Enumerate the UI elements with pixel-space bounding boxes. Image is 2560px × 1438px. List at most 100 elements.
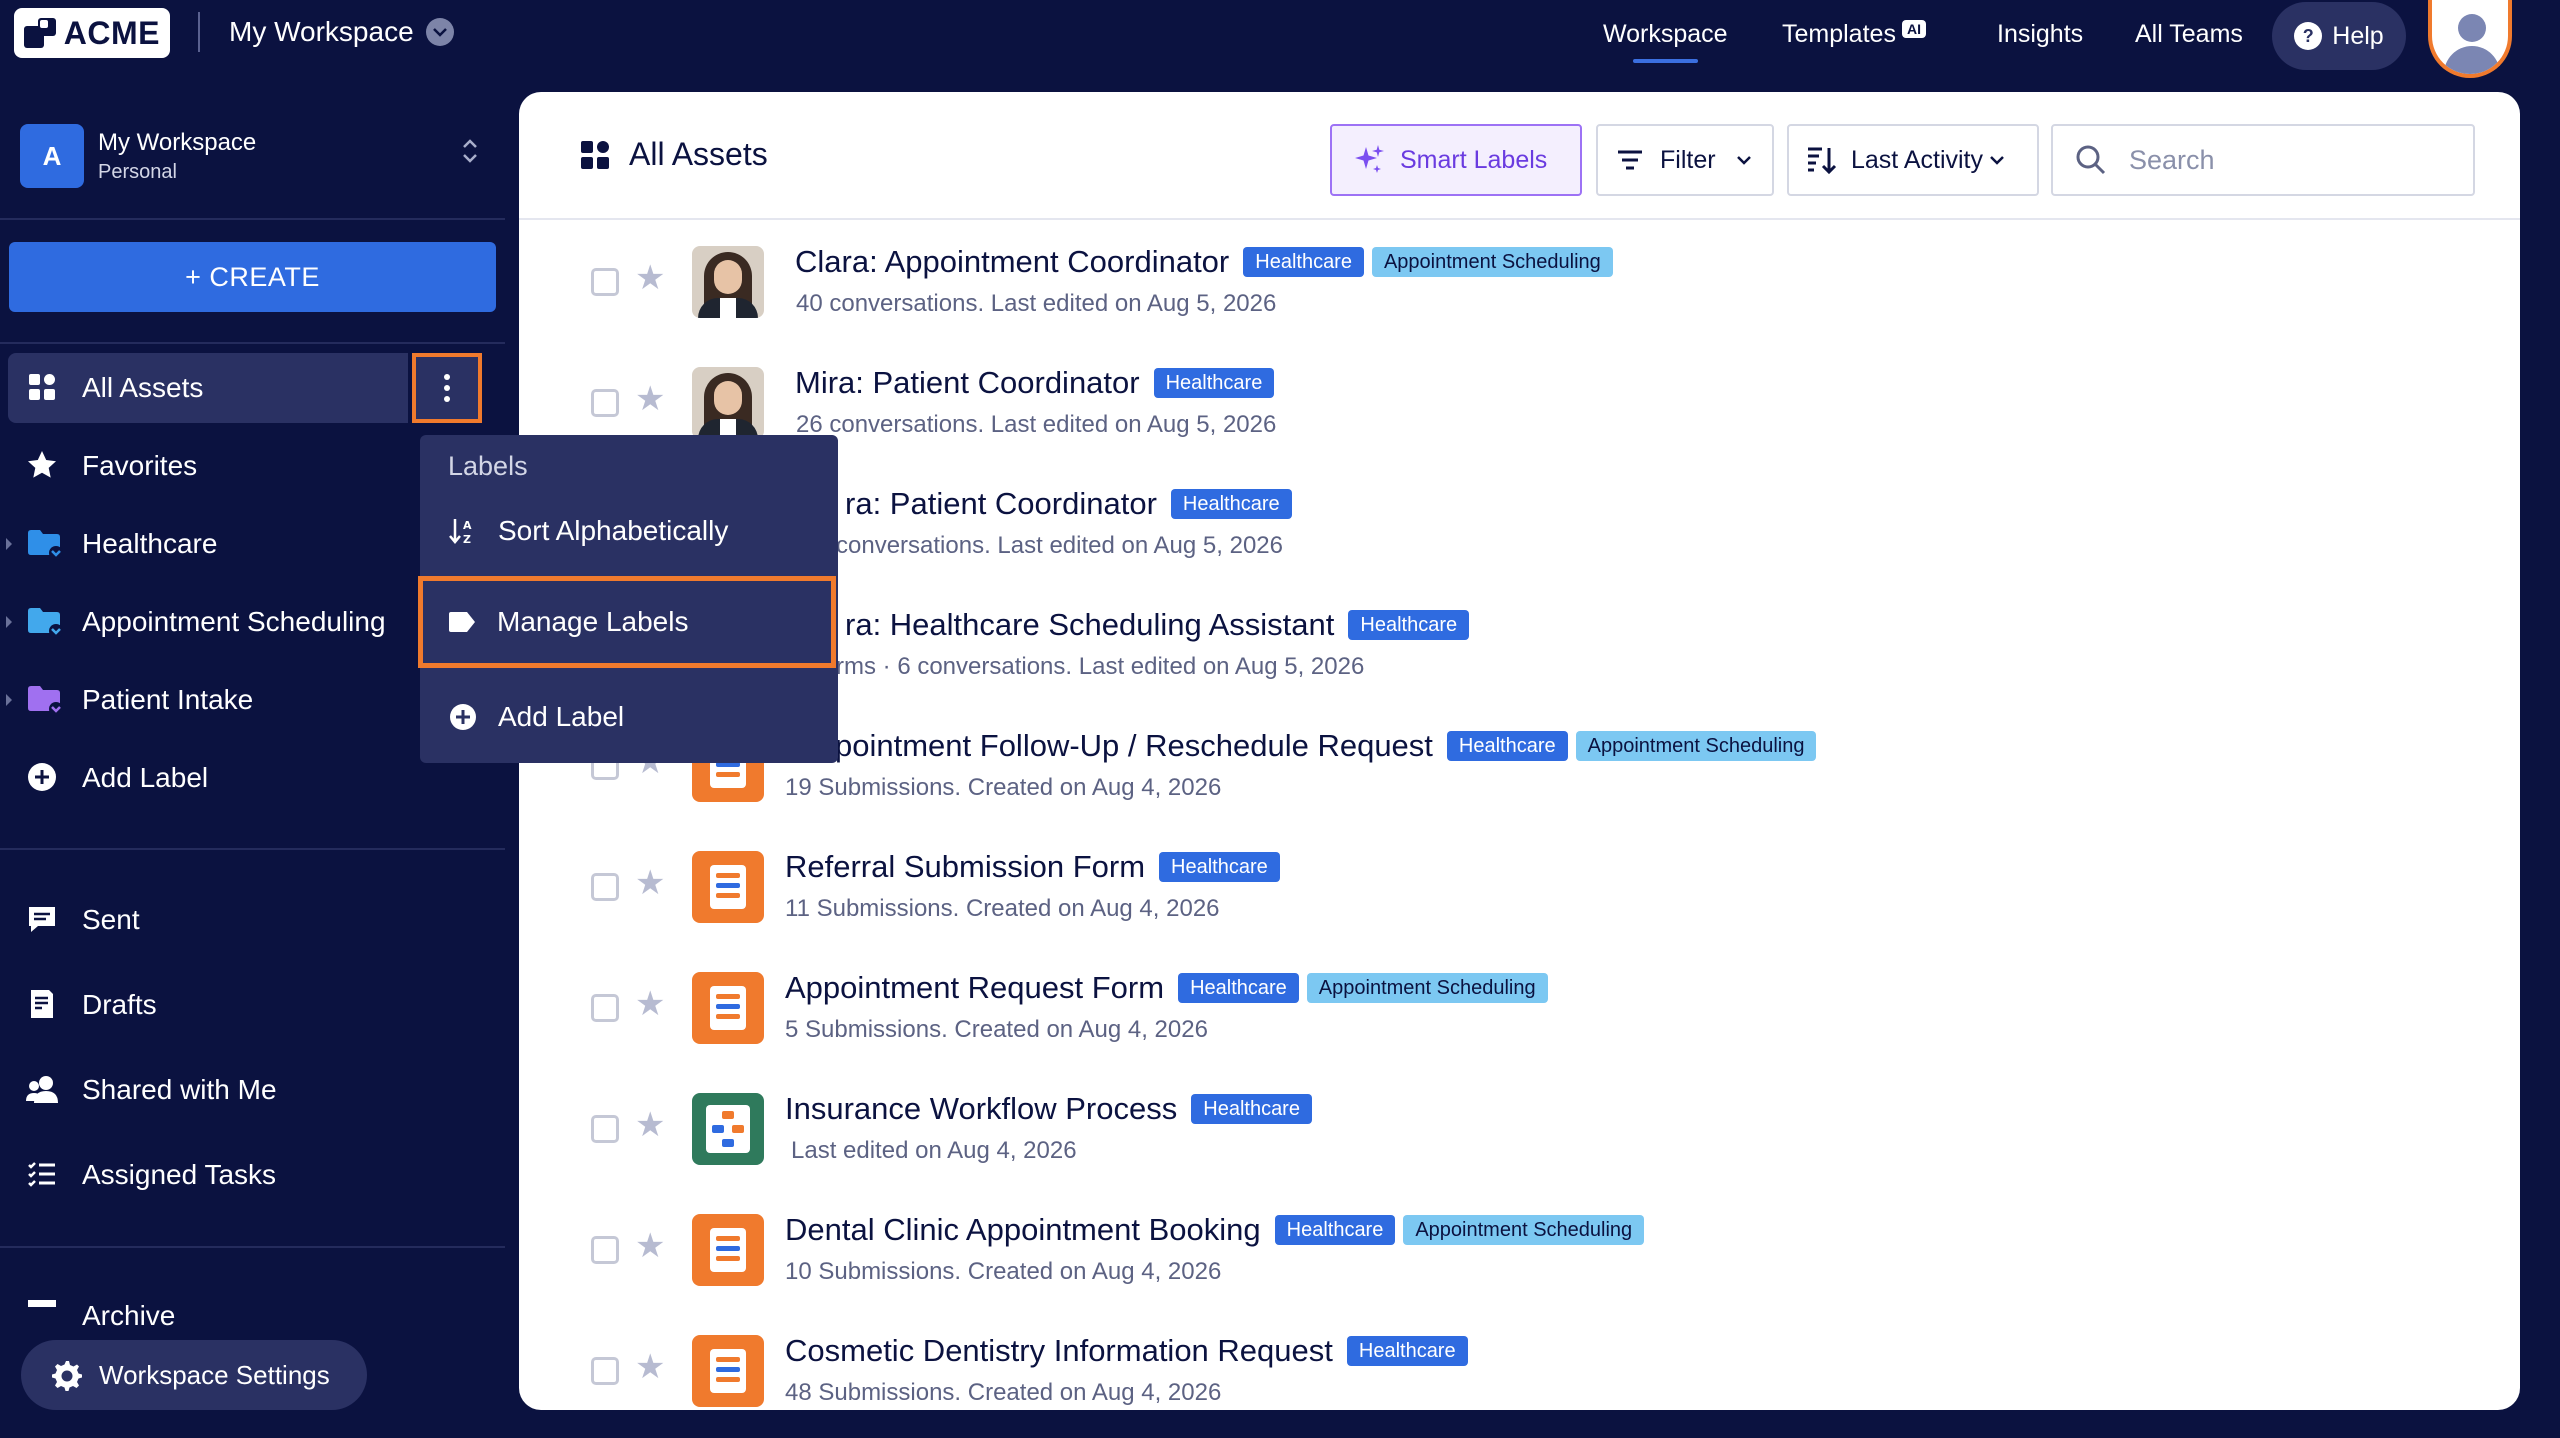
expand-caret-icon[interactable] [6,616,12,628]
table-row[interactable]: ★ Insurance Workflow Process Healthcare … [519,1069,2520,1190]
star-icon [26,449,60,483]
row-title-text[interactable]: Dental Clinic Appointment Booking [785,1212,1261,1248]
row-title-text[interactable]: Appointment Request Form [785,970,1164,1006]
nav-insights[interactable]: Insights [1997,20,2083,49]
table-row[interactable]: ★ Referral Submission Form Healthcare 11… [519,827,2520,948]
favorite-star-icon[interactable]: ★ [635,258,665,298]
sidebar-item-label: Sent [82,904,140,935]
nav-workspace[interactable]: Workspace [1603,20,1728,63]
search-input[interactable]: Search [2051,124,2475,196]
row-checkbox[interactable] [591,268,619,296]
sidebar-item-assigned-tasks[interactable]: Assigned Tasks [8,1140,498,1210]
sort-button[interactable]: Last Activity [1787,124,2039,196]
form-icon [692,1214,764,1286]
top-bar: ACME My Workspace Workspace Templates AI … [0,0,2560,78]
plus-circle-icon [448,702,478,732]
row-checkbox[interactable] [591,1236,619,1264]
row-title-text[interactable]: Clara: Appointment Coordinator [795,244,1229,280]
tag-healthcare[interactable]: Healthcare [1274,1215,1396,1245]
nav-templates[interactable]: Templates AI [1782,20,1926,49]
form-icon [692,972,764,1044]
menu-item-sort-alphabetically[interactable]: AZ Sort Alphabetically [420,493,838,569]
svg-text:Z: Z [463,533,471,546]
favorite-star-icon[interactable]: ★ [635,863,665,903]
favorite-star-icon[interactable]: ★ [635,984,665,1024]
filter-button[interactable]: Filter [1596,124,1774,196]
agent-avatar [692,246,764,318]
tag-healthcare[interactable]: Healthcare [1348,610,1470,640]
menu-item-manage-labels[interactable]: Manage Labels [418,576,836,668]
expand-caret-icon[interactable] [6,538,12,550]
label-folder-icon [26,683,63,717]
help-button[interactable]: ? Help [2272,2,2406,70]
table-row[interactable]: ★ Dental Clinic Appointment Booking Heal… [519,1190,2520,1311]
sent-icon [26,903,60,937]
menu-item-label: Manage Labels [497,606,689,637]
sidebar-item-sent[interactable]: Sent [8,885,498,955]
row-checkbox[interactable] [591,1115,619,1143]
workspace-settings-button[interactable]: Workspace Settings [21,1340,367,1410]
tag-appointment-scheduling[interactable]: Appointment Scheduling [1306,973,1548,1003]
label-tag-icon [447,607,477,637]
table-row[interactable]: ★ Appointment Request Form Healthcare Ap… [519,948,2520,1069]
smart-labels-label: Smart Labels [1400,145,1548,174]
sidebar-item-label: Assigned Tasks [82,1159,277,1190]
table-row[interactable]: ★ Clara: Appointment Coordinator Healthc… [519,222,2520,343]
tag-appointment-scheduling[interactable]: Appointment Scheduling [1575,731,1817,761]
expand-caret-icon[interactable] [6,694,12,706]
sort-label: Last Activity [1851,145,1983,174]
row-checkbox[interactable] [591,873,619,901]
menu-item-add-label[interactable]: Add Label [420,679,838,755]
sidebar-item-label: Appointment Scheduling [82,606,386,637]
row-checkbox[interactable] [591,994,619,1022]
sidebar-item-shared-with-me[interactable]: Shared with Me [8,1055,498,1125]
row-title: ra: Patient Coordinator Healthcare [845,486,1292,522]
sidebar-item-label: Healthcare [82,528,218,559]
row-title-text[interactable]: Mira: Patient Coordinator [795,365,1140,401]
row-title-text[interactable]: ra: Healthcare Scheduling Assistant [845,607,1334,643]
tag-healthcare[interactable]: Healthcare [1159,852,1280,882]
tag-healthcare[interactable]: Healthcare [1191,1094,1312,1124]
svg-text:A: A [463,519,472,532]
tag-healthcare[interactable]: Healthcare [1243,247,1364,277]
workspace-switcher[interactable]: A My Workspace Personal [20,122,480,190]
row-checkbox[interactable] [591,1357,619,1385]
workflow-icon [692,1093,764,1165]
all-assets-more-button[interactable] [412,353,482,423]
workspace-name: My Workspace [98,128,257,156]
row-subtitle: Last edited on Aug 4, 2026 [791,1137,1077,1164]
tag-healthcare[interactable]: Healthcare [1178,973,1299,1003]
sidebar-item-archive[interactable]: Archive [8,1298,498,1326]
favorite-star-icon[interactable]: ★ [635,1226,665,1266]
smart-labels-button[interactable]: Smart Labels [1330,124,1582,196]
tag-healthcare[interactable]: Healthcare [1153,368,1275,398]
favorite-star-icon[interactable]: ★ [635,1105,665,1145]
agent-avatar [692,367,764,439]
tag-healthcare[interactable]: Healthcare [1446,731,1568,761]
create-button[interactable]: + CREATE [9,242,496,312]
nav-all-teams[interactable]: All Teams [2135,20,2243,49]
row-checkbox[interactable] [591,389,619,417]
sidebar-item-drafts[interactable]: Drafts [8,970,498,1040]
favorite-star-icon[interactable]: ★ [635,379,665,419]
tag-appointment-scheduling[interactable]: Appointment Scheduling [1403,1215,1645,1245]
tag-healthcare[interactable]: Healthcare [1170,489,1292,519]
filter-icon [1616,148,1644,172]
row-title-text[interactable]: ra: Patient Coordinator [845,486,1157,522]
sidebar-item-label: All Assets [82,372,204,403]
tag-appointment-scheduling[interactable]: Appointment Scheduling [1371,247,1613,277]
row-title-text[interactable]: Insurance Workflow Process [785,1091,1177,1127]
row-title-text[interactable]: pointment Follow-Up / Reschedule Request [835,728,1433,764]
row-title: pointment Follow-Up / Reschedule Request… [835,728,1817,764]
sidebar-item-label: Favorites [82,450,198,481]
favorite-star-icon[interactable]: ★ [635,1347,665,1387]
sidebar-item-all-assets[interactable]: All Assets [8,353,408,423]
question-icon: ? [2294,22,2323,50]
table-row[interactable]: ★ Cosmetic Dentistry Information Request… [519,1311,2520,1410]
tag-healthcare[interactable]: Healthcare [1346,1336,1468,1366]
sidebar-item-label: Shared with Me [82,1074,277,1105]
row-title-text[interactable]: Referral Submission Form [785,849,1145,885]
row-subtitle: rms · 6 conversations. Last edited on Au… [836,653,1365,680]
row-title-text[interactable]: Cosmetic Dentistry Information Request [785,1333,1333,1369]
form-icon [692,851,764,923]
